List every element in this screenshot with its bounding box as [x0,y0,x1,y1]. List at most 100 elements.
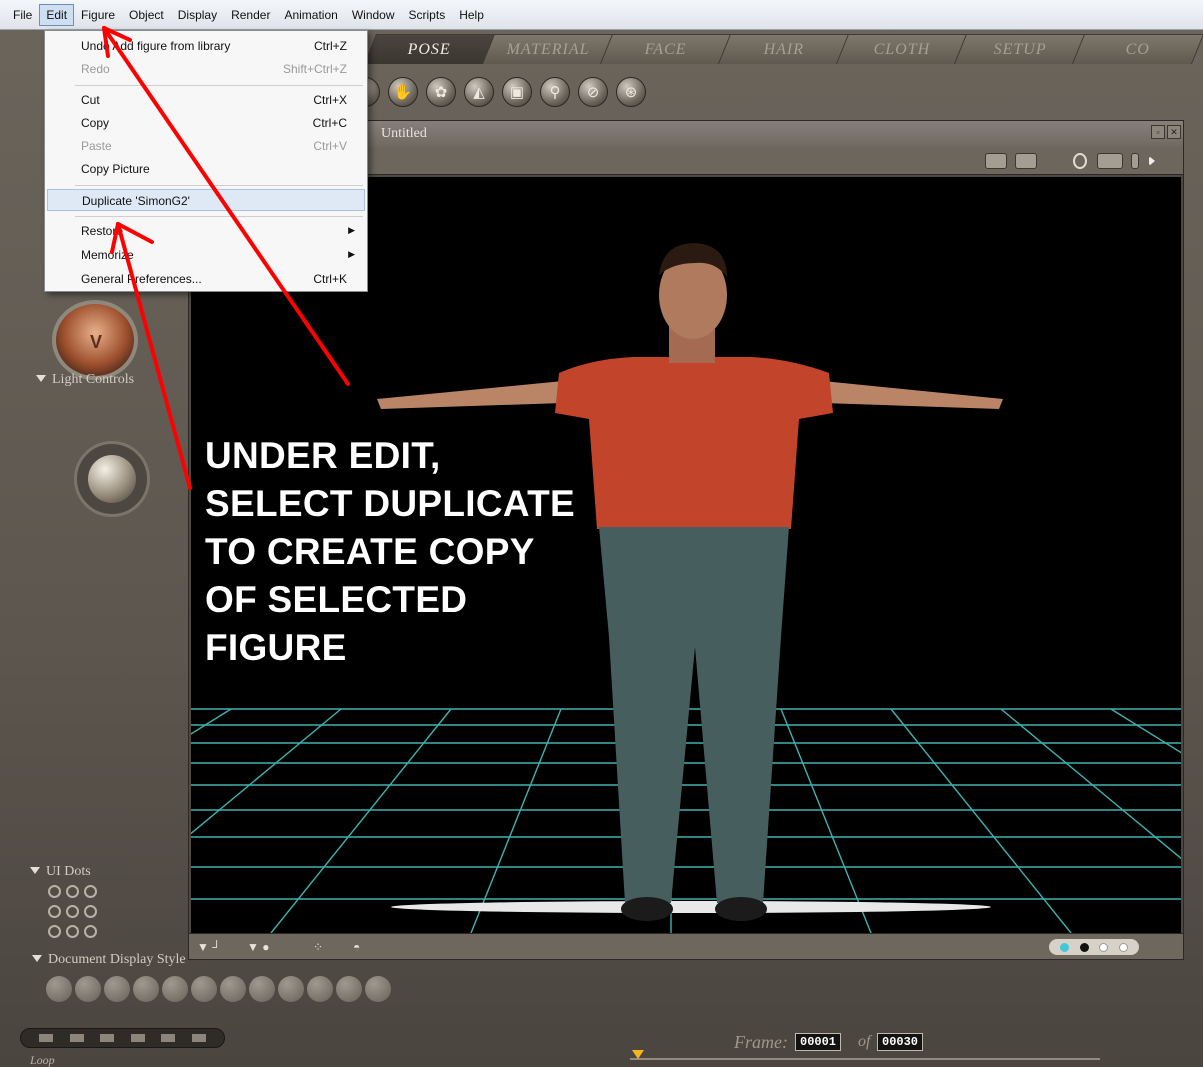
display-style-button[interactable] [162,976,188,1002]
tab-material[interactable]: MATERIAL [481,34,615,64]
menu-item-restore[interactable]: Restore ▶ [47,220,365,242]
display-style-button[interactable] [46,976,72,1002]
menu-item-copy-picture[interactable]: Copy Picture [47,158,365,180]
fast-forward-button[interactable] [191,1034,206,1042]
display-style-button[interactable] [307,976,333,1002]
menu-item-cut[interactable]: Cut Ctrl+X [47,89,365,111]
tab-setup-label: SETUP [993,40,1047,58]
display-style-dropdown-icon[interactable]: ▼ ● [247,940,269,954]
ui-dot[interactable] [66,885,79,898]
chevron-right-icon[interactable] [1149,156,1155,166]
menu-item-memorize[interactable]: Memorize ▶ [47,244,365,266]
menu-item-undo[interactable]: Undo Add figure from library Ctrl+Z [47,35,365,57]
tracking-icon[interactable]: ◓ [353,940,360,954]
display-style-button[interactable] [278,976,304,1002]
menu-item-duplicate[interactable]: Duplicate 'SimonG2' [47,189,365,211]
display-style-button[interactable] [133,976,159,1002]
maximize-icon[interactable]: ▫ [1151,125,1165,139]
preview-dot[interactable] [1079,942,1089,952]
ui-dot[interactable] [84,885,97,898]
menu-bar: File Edit Figure Object Display Render A… [0,0,1203,30]
preview-dot[interactable] [1060,942,1070,952]
of-label: of [858,1033,871,1050]
camera-trackball[interactable]: V [52,300,138,380]
menu-item-label: Cut [81,93,100,107]
light-trackball[interactable] [74,441,150,517]
display-style-button[interactable] [249,976,275,1002]
preview-dots[interactable] [1049,939,1139,955]
ui-dot[interactable] [48,885,61,898]
display-style-button[interactable] [75,976,101,1002]
preview-icon[interactable] [1015,153,1037,169]
tab-cloth[interactable]: CLOTH [835,34,969,64]
menu-object[interactable]: Object [122,4,171,26]
preview-dot[interactable] [1099,942,1109,952]
menu-scripts[interactable]: Scripts [402,4,453,26]
scale-icon[interactable]: ✿ [426,77,456,107]
color-icon[interactable]: ⚲ [540,77,570,107]
translate-icon[interactable]: ✋ [388,77,418,107]
menu-item-label: General Preferences... [81,272,202,286]
menu-render[interactable]: Render [224,4,277,26]
rewind-button[interactable] [39,1034,54,1042]
menu-file[interactable]: File [6,4,39,26]
total-frames-field[interactable]: 00030 [877,1033,924,1051]
tab-pose[interactable]: POSE [363,34,497,64]
preview-dot[interactable] [1118,942,1128,952]
edit-menu-dropdown: Undo Add figure from library Ctrl+Z Redo S… [44,30,368,292]
ui-dot[interactable] [84,905,97,918]
figure-select-dropdown-icon[interactable]: ▼ ┘ [197,940,221,954]
move-xy-icon[interactable] [1097,153,1123,169]
display-style-button[interactable] [336,976,362,1002]
ui-dot[interactable] [48,905,61,918]
ground-shadow-icon[interactable]: ⁘ [313,940,323,954]
grouping-icon[interactable]: ⊘ [578,77,608,107]
ui-dot[interactable] [66,925,79,938]
menu-item-shortcut: Ctrl+X [313,93,347,107]
display-style-button[interactable] [365,976,391,1002]
current-frame-field[interactable]: 00001 [795,1033,842,1051]
menu-item-copy[interactable]: Copy Ctrl+C [47,112,365,134]
ui-dots-label[interactable]: UI Dots [30,864,91,880]
menu-animation[interactable]: Animation [277,4,344,26]
timeline-track[interactable] [630,1058,1100,1060]
step-forward-button[interactable] [161,1034,176,1042]
ui-dot[interactable] [84,925,97,938]
tab-face[interactable]: FACE [599,34,733,64]
tab-content[interactable]: CO [1071,34,1203,64]
display-style-button[interactable] [220,976,246,1002]
playhead-handle[interactable] [632,1050,644,1059]
tab-pose-label: POSE [408,40,452,58]
display-style-button[interactable] [104,976,130,1002]
light-controls-label[interactable]: Light Controls [36,372,134,388]
display-style-button[interactable] [191,976,217,1002]
tab-hair[interactable]: HAIR [717,34,851,64]
play-button[interactable] [130,1034,145,1042]
menu-window[interactable]: Window [345,4,402,26]
sphere-icon[interactable] [1073,153,1087,169]
step-back-button[interactable] [69,1034,84,1042]
menu-display[interactable]: Display [171,4,224,26]
ui-dot[interactable] [48,925,61,938]
instruction-line: UNDER EDIT, [205,435,441,476]
view-magnifier-icon[interactable]: ⊛ [616,77,646,107]
tab-setup[interactable]: SETUP [953,34,1087,64]
menu-item-paste[interactable]: Paste Ctrl+V [47,135,365,157]
move-z-icon[interactable] [1131,153,1139,169]
document-display-style-label[interactable]: Document Display Style [32,952,186,968]
menu-help[interactable]: Help [452,4,491,26]
tab-content-label: CO [1125,40,1150,58]
camera-controls-icon[interactable] [985,153,1007,169]
stop-button[interactable] [100,1034,115,1042]
ui-dots-grid [48,885,98,941]
menu-edit[interactable]: Edit [39,3,75,26]
close-icon[interactable]: ✕ [1167,125,1181,139]
menu-item-general-preferences[interactable]: General Preferences... Ctrl+K [47,268,365,290]
menu-item-redo[interactable]: Redo Shift+Ctrl+Z [47,58,365,80]
chain-break-icon[interactable]: ▣ [502,77,532,107]
ui-dot[interactable] [66,905,79,918]
taper-icon[interactable]: ◭ [464,77,494,107]
menu-figure[interactable]: Figure [74,4,122,26]
instruction-line: OF SELECTED [205,579,468,620]
loop-label[interactable]: Loop [30,1053,55,1067]
